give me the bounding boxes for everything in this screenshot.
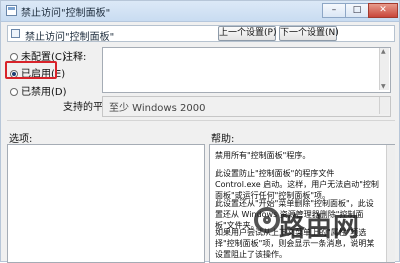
close-button[interactable]: ✕ — [368, 3, 398, 18]
radio-disabled[interactable]: 已禁用(D) — [10, 83, 67, 98]
help-scrollbar[interactable] — [386, 145, 395, 262]
help-paragraph-1: 禁用所有"控制面板"程序。 — [215, 151, 311, 160]
radio-circle[interactable] — [10, 53, 18, 61]
watermark-logo-icon — [254, 207, 280, 233]
next-setting-button[interactable]: 下一个设置(N) — [279, 26, 339, 41]
comment-scrollbar[interactable] — [379, 48, 389, 90]
help-paragraph-2: 此设置防止"控制面板"的程序文件 Control.exe 启动。这样，用户无法启… — [215, 169, 379, 200]
platform-value: 至少 Windows 2000 — [109, 103, 206, 114]
divider — [7, 120, 395, 121]
maximize-button[interactable]: □ — [345, 3, 369, 18]
platform-scrollbar[interactable] — [379, 97, 389, 114]
options-label: 选项: — [9, 134, 33, 145]
policy-name: 禁止访问"控制面板" — [25, 32, 115, 43]
setting-icon — [11, 29, 20, 38]
options-panel — [7, 144, 205, 263]
policy-icon — [6, 5, 17, 16]
title-bar[interactable]: 禁止访问"控制面板" – □ ✕ — [1, 1, 399, 22]
comment-textarea[interactable] — [102, 47, 391, 93]
selection-highlight-box — [5, 61, 57, 79]
watermark-text: 路由网 — [279, 213, 361, 243]
minimize-button[interactable]: – — [322, 3, 346, 18]
policy-dialog-window: 禁止访问"控制面板" – □ ✕ 禁止访问"控制面板" 上一个设置(P) 下一个… — [0, 0, 400, 263]
radio-label: 已禁用(D) — [21, 87, 67, 98]
help-label: 帮助: — [211, 134, 235, 145]
radio-circle[interactable] — [10, 88, 18, 96]
comment-label: 注释: — [63, 52, 87, 63]
window-title: 禁止访问"控制面板" — [21, 8, 111, 19]
previous-setting-button[interactable]: 上一个设置(P) — [218, 26, 276, 41]
